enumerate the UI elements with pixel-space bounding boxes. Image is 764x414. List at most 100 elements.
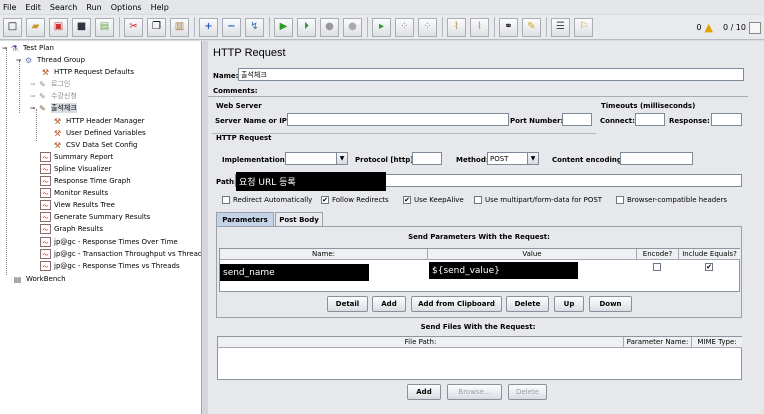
workbench-icon: ▤ <box>13 274 22 284</box>
include-equals-checkbox[interactable]: ✔ <box>705 263 716 271</box>
search-icon[interactable]: ⚭ <box>499 17 518 37</box>
tree-item[interactable]: ▤ WorkBench <box>12 273 66 285</box>
tree-connector <box>19 61 20 113</box>
reset-search-icon[interactable]: ✎ <box>522 17 541 37</box>
remote-exit-icon[interactable]: ⁘ <box>418 17 437 37</box>
tree-item[interactable]: ⊸ ✎ 로그인 <box>30 78 70 90</box>
warning-count: 0 <box>696 23 702 32</box>
encode-checkbox[interactable] <box>653 263 664 271</box>
tree-item[interactable]: 〜 Generate Summary Results <box>40 211 150 223</box>
param-value-cell[interactable]: ${send_value} <box>429 262 578 279</box>
expand-icon[interactable]: + <box>199 17 218 37</box>
response-timeout-field[interactable] <box>711 113 742 126</box>
add-file-button[interactable]: Add <box>407 384 441 400</box>
tab-parameters[interactable]: Parameters <box>216 212 274 226</box>
tree-item[interactable]: 〜 Spline Visualizer <box>40 163 111 175</box>
port-label: Port Number: <box>510 117 564 125</box>
port-field[interactable] <box>562 113 592 126</box>
delete-file-button[interactable]: Delete <box>508 384 547 400</box>
tree-item[interactable]: ⚒ CSV Data Set Config <box>52 139 138 151</box>
clear-all-icon[interactable]: ⌇ <box>470 17 489 37</box>
tree-item[interactable]: 〜 Monitor Results <box>40 187 108 199</box>
server-field[interactable] <box>287 113 509 126</box>
down-button[interactable]: Down <box>589 296 632 312</box>
tree-item[interactable]: ⊸ ⚙ Thread Group <box>16 54 85 66</box>
menu-run[interactable]: Run <box>86 3 101 12</box>
start-icon[interactable]: ▶ <box>274 17 293 37</box>
start-no-pause-icon[interactable]: ⏵ <box>297 17 316 37</box>
name-field[interactable]: 출석체크 <box>238 68 744 81</box>
cut-icon[interactable]: ✂ <box>124 17 143 37</box>
connect-label: Connect: <box>600 117 635 125</box>
shutdown-icon[interactable]: ● <box>343 17 362 37</box>
browse-button[interactable]: Browse... <box>447 384 502 400</box>
menu-edit[interactable]: Edit <box>25 3 41 12</box>
delete-button[interactable]: Delete <box>506 296 549 312</box>
column-header[interactable]: Name: <box>220 249 428 260</box>
tree-item[interactable]: ⚒ User Defined Variables <box>52 127 146 139</box>
table-row[interactable]: send_name ${send_value} ✔ <box>220 261 740 281</box>
tree-item[interactable]: 〜 Summary Report <box>40 151 113 163</box>
column-header[interactable]: MIME Type: <box>692 337 742 348</box>
menu-options[interactable]: Options <box>111 3 142 12</box>
new-icon[interactable]: □ <box>3 17 22 37</box>
add-button[interactable]: Add <box>372 296 406 312</box>
stop-icon[interactable]: ● <box>320 17 339 37</box>
toggle-icon[interactable]: ↯ <box>245 17 264 37</box>
open-icon[interactable]: ▰ <box>26 17 45 37</box>
tree-item[interactable]: 〜 jp@gc - Transaction Throughput vs Threa… <box>40 248 201 260</box>
remote-stop-icon[interactable]: ⁘ <box>395 17 414 37</box>
menu-search[interactable]: Search <box>50 3 77 12</box>
toolbar-separator <box>269 17 270 37</box>
files-table: File Path: Parameter Name: MIME Type: <box>217 336 742 380</box>
save-icon[interactable]: ■ <box>72 17 91 37</box>
remote-start-icon[interactable]: ▸ <box>372 17 391 37</box>
column-header[interactable]: Parameter Name: <box>624 337 692 348</box>
menu-file[interactable]: File <box>3 3 16 12</box>
paste-icon[interactable]: ▥ <box>170 17 189 37</box>
chevron-down-icon: ▼ <box>336 153 347 164</box>
implementation-select[interactable]: ▼ <box>285 152 348 165</box>
tree-item[interactable]: 〜 Graph Results <box>40 223 103 235</box>
protocol-field[interactable] <box>412 152 442 165</box>
tree-item[interactable]: ⊸ ⚗ Test Plan <box>2 42 54 54</box>
method-select[interactable]: POST ▼ <box>487 152 539 165</box>
tree-item[interactable]: 〜 Response Time Graph <box>40 175 131 187</box>
toolbar-separator <box>119 17 120 37</box>
column-header[interactable]: Value <box>428 249 637 260</box>
column-header[interactable]: Include Equals? <box>679 249 740 260</box>
checkbox-label: Use KeepAlive <box>414 196 464 204</box>
tree-item-selected[interactable]: ⊸ ✎ 출석체크 <box>30 102 77 114</box>
add-from-clipboard-button[interactable]: Add from Clipboard <box>411 296 502 312</box>
help-icon[interactable]: ⚐ <box>574 17 593 37</box>
tree-item[interactable]: 〜 jp@gc - Response Times vs Threads <box>40 260 180 272</box>
close-icon[interactable]: ▣ <box>49 17 68 37</box>
save-as-icon[interactable]: ▤ <box>95 17 114 37</box>
tree-item-label: WorkBench <box>26 275 66 283</box>
use-keepalive-checkbox[interactable]: ✔ Use KeepAlive <box>403 196 464 204</box>
tree-item[interactable]: 〜 View Results Tree <box>40 199 115 211</box>
warning-icon[interactable]: ▲ <box>704 21 712 34</box>
menu-help[interactable]: Help <box>151 3 169 12</box>
up-button[interactable]: Up <box>554 296 584 312</box>
connect-timeout-field[interactable] <box>635 113 665 126</box>
tree-item[interactable]: ⚒ HTTP Request Defaults <box>40 66 134 78</box>
column-header[interactable]: File Path: <box>218 337 624 348</box>
copy-icon[interactable]: ❐ <box>147 17 166 37</box>
tree-item[interactable]: 〜 jp@gc - Response Times Over Time <box>40 236 178 248</box>
browser-compatible-checkbox[interactable]: Browser-compatible headers <box>616 196 727 204</box>
clear-icon[interactable]: ⌇ <box>447 17 466 37</box>
redirect-automatically-checkbox[interactable]: Redirect Automatically <box>222 196 312 204</box>
param-name-cell[interactable]: send_name <box>220 264 369 281</box>
column-header[interactable]: Encode? <box>637 249 679 260</box>
follow-redirects-checkbox[interactable]: ✔ Follow Redirects <box>321 196 389 204</box>
function-helper-icon[interactable]: ☰ <box>551 17 570 37</box>
collapse-icon[interactable]: − <box>222 17 241 37</box>
tab-post-body[interactable]: Post Body <box>275 212 323 226</box>
tree-item-label: Generate Summary Results <box>54 213 151 221</box>
encoding-field[interactable] <box>620 152 693 165</box>
detail-button[interactable]: Detail <box>327 296 368 312</box>
tree-item[interactable]: ⚒ HTTP Header Manager <box>52 115 145 127</box>
tree-item[interactable]: ⊸ ✎ 수강신청 <box>30 90 77 102</box>
multipart-checkbox[interactable]: Use multipart/form-data for POST <box>474 196 602 204</box>
